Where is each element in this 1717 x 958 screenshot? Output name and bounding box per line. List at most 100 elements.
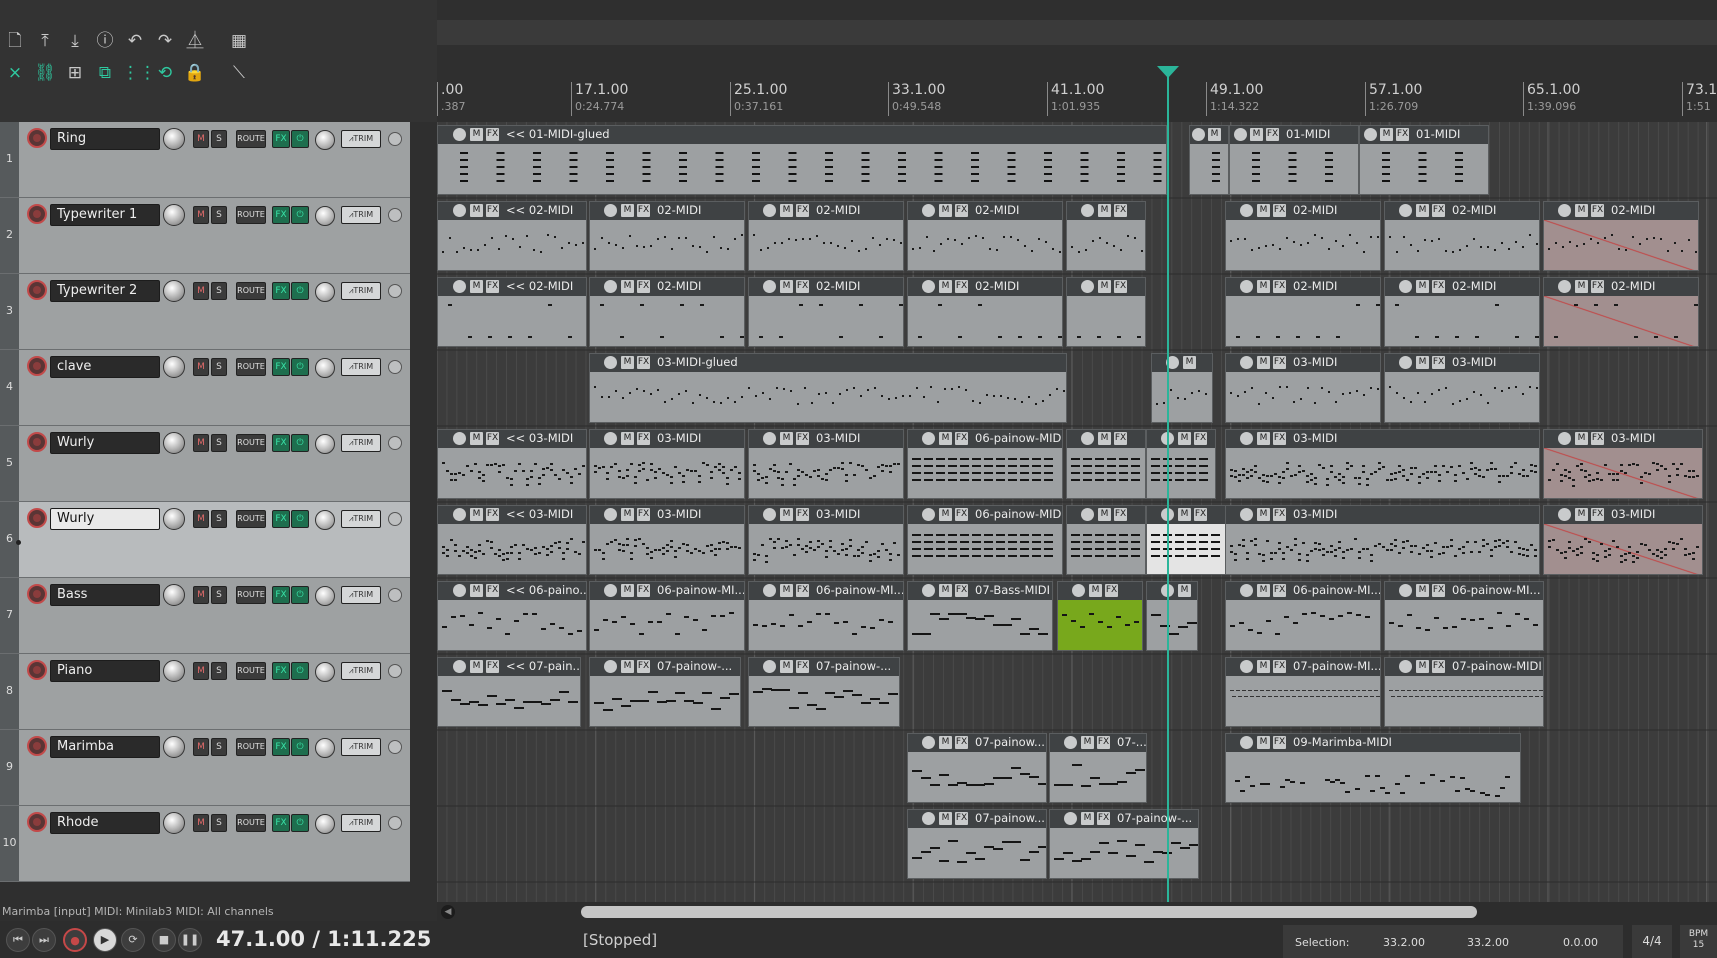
record-arm-button[interactable] [27,812,47,832]
fx-bypass-icon[interactable]: ⏻ [291,662,309,680]
track-1[interactable]: 1 Ring M S ROUTE FX ⏻ ⩘TRIM [0,122,410,198]
record-icon[interactable]: ● [63,928,87,952]
midi-item[interactable]: M FX << 03-MIDI [437,429,587,499]
volume-knob[interactable] [163,508,185,530]
track-10[interactable]: 10 Rhode M S ROUTE FX ⏻ ⩘TRIM [0,806,410,882]
record-arm-button[interactable] [27,356,47,376]
track-number[interactable]: 9 [0,730,19,805]
midi-item[interactable]: M FX 06-painow-MI... [1225,581,1381,651]
volume-knob[interactable] [163,736,185,758]
fx-bypass-icon[interactable]: ⏻ [291,586,309,604]
record-arm-button[interactable] [27,432,47,452]
playhead-cursor[interactable] [1167,68,1169,903]
ripple-edit-icon[interactable]: ⨯ [2,60,28,86]
midi-item[interactable]: M FX 02-MIDI [589,277,745,347]
fx-button[interactable]: FX [272,738,290,756]
scroll-left-icon[interactable]: ◀ [441,905,455,919]
midi-item[interactable]: M FX 02-MIDI [748,277,904,347]
automation-mode-button[interactable]: ⩘TRIM [341,814,381,832]
midi-item[interactable]: M FX 07-painow... [907,809,1047,879]
solo-button[interactable]: S [211,206,227,224]
midi-item[interactable]: M FX << 02-MIDI [437,201,587,271]
pan-knob[interactable] [315,738,335,758]
project-info-icon[interactable]: ⓘ [92,28,118,54]
track-name[interactable]: Piano [50,660,160,682]
route-button[interactable]: ROUTE [236,738,266,756]
track-name[interactable]: Typewriter 1 [50,204,160,226]
midi-item[interactable]: M FX << 02-MIDI [437,277,587,347]
automation-mode-button[interactable]: ⩘TRIM [341,130,381,148]
track-number[interactable]: 1 [0,122,19,197]
midi-item[interactable]: M FX [1066,277,1146,347]
fx-button[interactable]: FX [272,510,290,528]
fx-button[interactable]: FX [272,434,290,452]
route-button[interactable]: ROUTE [236,130,266,148]
mute-button[interactable]: M [193,434,209,452]
fx-bypass-icon[interactable]: ⏻ [291,738,309,756]
midi-item[interactable]: M FX 06-painow-MI... [748,581,904,651]
solo-button[interactable]: S [211,662,227,680]
pause-icon[interactable]: ❚❚ [178,928,202,952]
fx-bypass-icon[interactable]: ⏻ [291,130,309,148]
track-4[interactable]: 4 clave M S ROUTE FX ⏻ ⩘TRIM [0,350,410,426]
record-arm-button[interactable] [27,660,47,680]
mute-button[interactable]: M [193,662,209,680]
record-arm-button[interactable] [27,204,47,224]
volume-knob[interactable] [163,128,185,150]
save-project-icon[interactable]: ⤓ [62,28,88,54]
mute-button[interactable]: M [193,358,209,376]
midi-item[interactable]: M FX 06-painow-MI... [1384,581,1544,651]
pan-knob[interactable] [315,586,335,606]
selection-end[interactable]: 33.2.00 [1467,936,1509,949]
io-icon[interactable] [388,816,402,830]
solo-button[interactable]: S [211,510,227,528]
track-number[interactable]: 7 [0,578,19,653]
fx-button[interactable]: FX [272,662,290,680]
midi-item[interactable]: M FX 06-painow-MIDI [907,505,1063,575]
window-icon[interactable]: ▦ [226,28,252,54]
mute-button[interactable]: M [193,586,209,604]
track-9[interactable]: 9 Marimba M S ROUTE FX ⏻ ⩘TRIM [0,730,410,806]
io-icon[interactable] [388,436,402,450]
solo-button[interactable]: S [211,130,227,148]
volume-knob[interactable] [163,584,185,606]
lock-icon[interactable]: 🔒 [182,60,208,86]
automation-mode-button[interactable]: ⩘TRIM [341,358,381,376]
track-name[interactable]: Bass [50,584,160,606]
io-icon[interactable] [388,512,402,526]
io-icon[interactable] [388,360,402,374]
pan-knob[interactable] [315,662,335,682]
route-button[interactable]: ROUTE [236,206,266,224]
midi-item[interactable]: M FX << 03-MIDI [437,505,587,575]
grid-icon[interactable]: ⊞ [62,60,88,86]
pan-knob[interactable] [315,510,335,530]
midi-item[interactable]: M FX 02-MIDI [1384,201,1540,271]
go-to-start-icon[interactable]: ⏮ [6,928,30,952]
track-3[interactable]: 3 Typewriter 2 M S ROUTE FX ⏻ ⩘TRIM [0,274,410,350]
track-number[interactable]: 8 [0,654,19,729]
io-icon[interactable] [388,132,402,146]
timeline-ruler[interactable]: .00.387 17.1.00 0:24.774 25.1.00 0:37.161 … [437,78,1717,122]
mute-button[interactable]: M [193,130,209,148]
fx-button[interactable]: FX [272,586,290,604]
volume-knob[interactable] [163,204,185,226]
fx-button[interactable]: FX [272,282,290,300]
selection-start[interactable]: 33.2.00 [1383,936,1425,949]
pan-knob[interactable] [315,282,335,302]
mute-button[interactable]: M [193,738,209,756]
route-button[interactable]: ROUTE [236,510,266,528]
midi-item[interactable]: M FX 02-MIDI [1225,201,1381,271]
fx-bypass-icon[interactable]: ⏻ [291,206,309,224]
automation-mode-button[interactable]: ⩘TRIM [341,586,381,604]
fx-bypass-icon[interactable]: ⏻ [291,282,309,300]
record-arm-button[interactable] [27,736,47,756]
route-button[interactable]: ROUTE [236,434,266,452]
track-5[interactable]: 5 Wurly M S ROUTE FX ⏻ ⩘TRIM [0,426,410,502]
link-icon[interactable]: ⛓ [32,60,58,86]
midi-item[interactable]: M FX 07-Bass-MIDI [907,581,1053,651]
io-icon[interactable] [388,208,402,222]
track-number[interactable]: 5 [0,426,19,501]
track-number[interactable]: 3 [0,274,19,349]
track-name[interactable]: Ring [50,128,160,150]
midi-item[interactable]: M FX 09-Marimba-MIDI [1225,733,1521,803]
